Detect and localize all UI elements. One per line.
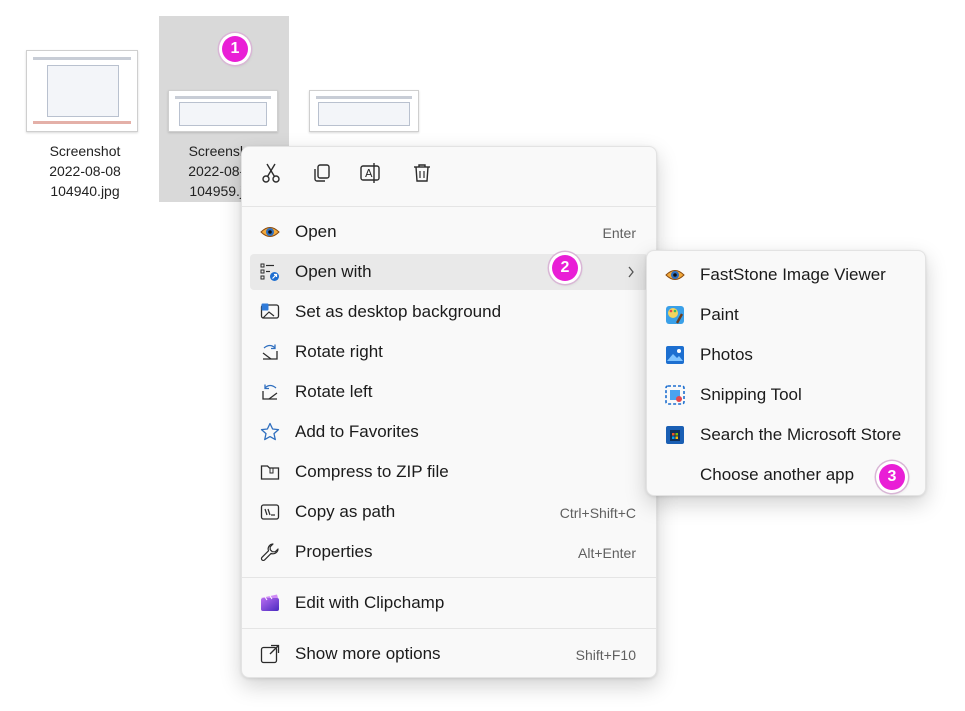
context-menu: A Open Enter Open with Set as desktop ba… [241, 146, 657, 678]
microsoft-store-icon [665, 425, 685, 445]
step-badge-1: 1 [222, 36, 248, 62]
quick-actions-bar: A [242, 147, 656, 205]
photos-icon [665, 345, 685, 365]
menu-item-properties[interactable]: Properties Alt+Enter [250, 534, 648, 570]
file-thumbnail [26, 50, 138, 132]
show-more-icon [260, 644, 280, 664]
file-name: Screenshot 2022-08-08 104940.jpg [49, 143, 121, 199]
file-tile-104940[interactable]: Screenshot 2022-08-08 104940.jpg [20, 16, 150, 202]
zip-folder-icon [260, 462, 280, 482]
menu-item-copy-as-path[interactable]: Copy as path Ctrl+Shift+C [250, 494, 648, 530]
menu-item-show-more-options[interactable]: Show more options Shift+F10 [250, 636, 648, 672]
rename-icon: A [359, 162, 383, 189]
menu-item-add-to-favorites[interactable]: Add to Favorites [250, 414, 648, 450]
app-paint[interactable]: Paint [655, 297, 917, 333]
menu-item-edit-with-clipchamp[interactable]: Edit with Clipchamp [250, 585, 648, 621]
cut-icon [260, 162, 282, 189]
menu-item-set-desktop-background[interactable]: Set as desktop background [250, 294, 648, 330]
app-search-microsoft-store[interactable]: Search the Microsoft Store [655, 417, 917, 453]
copy-path-icon [260, 502, 280, 522]
menu-item-compress-zip[interactable]: Compress to ZIP file [250, 454, 648, 490]
rotate-left-icon [260, 382, 280, 402]
star-icon [260, 422, 280, 442]
menu-item-rotate-left[interactable]: Rotate left [250, 374, 648, 410]
copy-icon [311, 162, 333, 189]
file-thumbnail [309, 90, 419, 132]
svg-text:A: A [365, 167, 373, 180]
faststone-eye-icon [665, 265, 685, 285]
delete-icon [411, 162, 433, 189]
delete-button[interactable] [408, 161, 436, 189]
menu-item-open-with[interactable]: Open with [250, 254, 648, 290]
menu-item-open[interactable]: Open Enter [250, 214, 648, 250]
app-faststone-image-viewer[interactable]: FastStone Image Viewer [655, 257, 917, 293]
rename-button[interactable]: A [357, 161, 385, 189]
menu-item-rotate-right[interactable]: Rotate right [250, 334, 648, 370]
copy-button[interactable] [308, 161, 336, 189]
menu-separator [242, 206, 656, 207]
open-with-submenu: FastStone Image Viewer Paint Photos Snip… [646, 250, 926, 496]
app-photos[interactable]: Photos [655, 337, 917, 373]
app-snipping-tool[interactable]: Snipping Tool [655, 377, 917, 413]
snipping-tool-icon [665, 385, 685, 405]
cut-button[interactable] [257, 161, 285, 189]
faststone-eye-icon [260, 222, 280, 242]
step-badge-2: 2 [552, 255, 578, 281]
chevron-right-icon [626, 264, 636, 280]
app-choose-another-app[interactable]: Choose another app [655, 457, 917, 493]
paint-icon [665, 305, 685, 325]
open-with-icon [260, 262, 280, 282]
file-thumbnail [168, 90, 278, 132]
menu-separator [242, 628, 656, 629]
rotate-right-icon [260, 342, 280, 362]
menu-separator [242, 577, 656, 578]
clipchamp-icon [260, 593, 280, 613]
desktop-background-icon [260, 302, 280, 322]
step-badge-3: 3 [879, 464, 905, 490]
wrench-icon [260, 542, 280, 562]
